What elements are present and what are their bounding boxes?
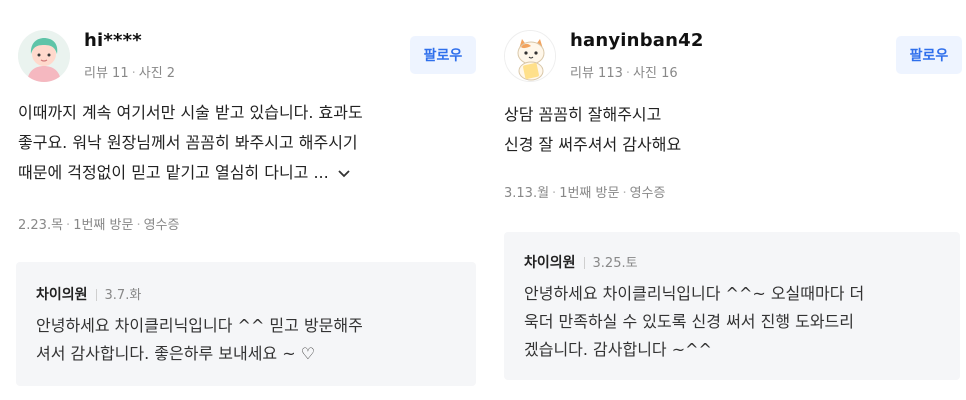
follow-button[interactable]: 팔로우: [896, 36, 962, 74]
reply-text: 안녕하세요 차이클리닉입니다 ^^~ 오실때마다 더 욱더 만족하실 수 있도록…: [524, 284, 865, 359]
review-count: 리뷰 11: [84, 66, 129, 81]
receipt-badge: 영수증: [143, 218, 180, 233]
review-text: 상담 꼼꼼히 잘해주시고 신경 잘 써주셔서 감사해요: [504, 105, 682, 154]
username[interactable]: hanyinban42: [570, 30, 704, 51]
visit-count: 1번째 방문: [559, 186, 620, 201]
user-meta: 리뷰 11 · 사진 2: [84, 62, 175, 81]
reply-owner: 차이의원: [524, 255, 576, 271]
user-avatar[interactable]: [504, 30, 556, 82]
divider: [583, 257, 585, 269]
visit-date: 2.23.목: [18, 218, 64, 233]
visit-info: 3.13.월 · 1번째 방문 · 영수증: [504, 186, 666, 201]
person-avatar-icon: [18, 30, 70, 82]
review-body[interactable]: 상담 꼼꼼히 잘해주시고 신경 잘 써주셔서 감사해요: [504, 100, 681, 160]
owner-reply: 차이의원 3.25.토 안녕하세요 차이클리닉입니다 ^^~ 오실때마다 더 욱더…: [504, 232, 960, 380]
review-text: 이때까지 계속 여기서만 시술 받고 있습니다. 효과도 좋구요. 워낙 원장님…: [18, 103, 363, 182]
separator-dot: ·: [625, 66, 631, 81]
owner-reply: 차이의원 3.7.화 안녕하세요 차이클리닉입니다 ^^ 믿고 방문해주 셔서 감…: [16, 262, 476, 386]
review-header: hi**** 리뷰 11 · 사진 2 팔로우: [14, 26, 480, 86]
review-card: hanyinban42 리뷰 113 · 사진 16 팔로우 상담 꼼꼼히 잘해주시…: [500, 0, 966, 400]
follow-button[interactable]: 팔로우: [410, 36, 476, 74]
review-count: 리뷰 113: [570, 66, 623, 81]
chevron-down-icon[interactable]: [337, 159, 351, 189]
photo-count: 사진 16: [633, 66, 678, 81]
review-body[interactable]: 이때까지 계속 여기서만 시술 받고 있습니다. 효과도 좋구요. 워낙 원장님…: [18, 98, 363, 189]
visit-date: 3.13.월: [504, 186, 550, 201]
visit-info: 2.23.목 · 1번째 방문 · 영수증: [18, 218, 180, 233]
divider: [95, 289, 97, 301]
reply-date: 3.25.토: [592, 256, 638, 271]
reply-owner: 차이의원: [36, 287, 88, 303]
review-header: hanyinban42 리뷰 113 · 사진 16 팔로우: [500, 26, 966, 86]
visit-count: 1번째 방문: [73, 218, 134, 233]
cat-avatar-icon: [505, 31, 555, 81]
username[interactable]: hi****: [84, 30, 142, 51]
user-avatar[interactable]: [18, 30, 70, 82]
photo-count: 사진 2: [138, 66, 176, 81]
user-meta: 리뷰 113 · 사진 16: [570, 62, 678, 81]
reply-text: 안녕하세요 차이클리닉입니다 ^^ 믿고 방문해주 셔서 감사합니다. 좋은하루…: [36, 316, 363, 363]
reply-header: 차이의원 3.7.화: [36, 284, 141, 304]
review-card: hi**** 리뷰 11 · 사진 2 팔로우 이때까지 계속 여기서만 시술 받고…: [14, 0, 480, 400]
receipt-badge: 영수증: [629, 186, 666, 201]
reply-date: 3.7.화: [104, 288, 142, 303]
reply-header: 차이의원 3.25.토: [524, 252, 638, 272]
separator-dot: ·: [131, 66, 136, 81]
